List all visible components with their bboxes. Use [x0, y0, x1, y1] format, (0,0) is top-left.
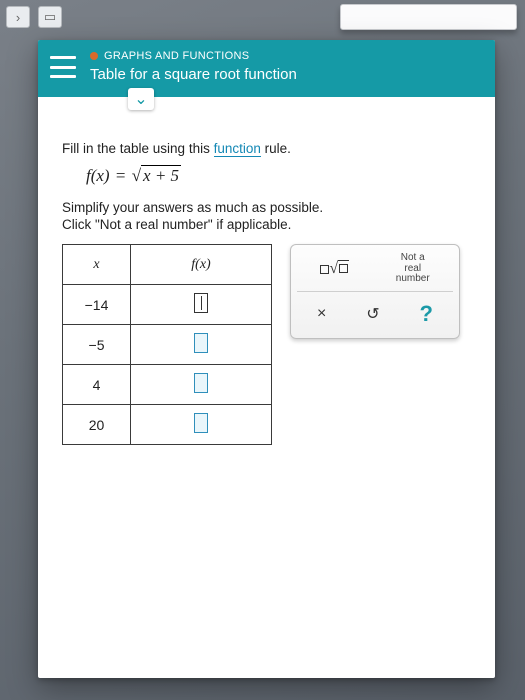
fx-cell[interactable]: [131, 365, 272, 405]
equals: =: [116, 166, 126, 185]
answer-input[interactable]: [194, 293, 208, 313]
chevron-down-icon: ⌄: [134, 89, 147, 109]
table-row: 20: [63, 405, 272, 445]
answer-input[interactable]: [194, 413, 208, 433]
instruction-line-3: Click "Not a real number" if applicable.: [62, 217, 475, 232]
formula-lhs: f(x): [86, 166, 110, 185]
chevron-right-icon: ›: [16, 10, 20, 25]
times-icon: ×: [317, 305, 326, 323]
breadcrumb: GRAPHS AND FUNCTIONS: [90, 50, 297, 62]
tool-panel: √ Not a real number × ↺ ?: [290, 244, 460, 339]
section-dot-icon: [90, 52, 98, 60]
address-bar[interactable]: [340, 4, 517, 30]
instruction-line-2: Simplify your answers as much as possibl…: [62, 200, 475, 215]
x-cell: 20: [63, 405, 131, 445]
menu-button[interactable]: [50, 56, 76, 78]
formula: f(x) = x + 5: [86, 166, 475, 186]
reader-button[interactable]: ▭: [38, 6, 62, 28]
clear-button[interactable]: ×: [317, 305, 326, 323]
placeholder-box-icon: [339, 264, 348, 273]
table-row: −5: [63, 325, 272, 365]
page-title: Table for a square root function: [90, 66, 297, 83]
function-table: x f(x) −14 −5 4 20: [62, 244, 272, 445]
divider: [297, 291, 453, 292]
col-header-fx: f(x): [131, 245, 272, 285]
tool-row-2: × ↺ ?: [297, 294, 453, 334]
table-row: −14: [63, 285, 272, 325]
reader-icon: ▭: [44, 9, 56, 25]
not-real-button[interactable]: Not a real number: [396, 253, 430, 285]
header-text: GRAPHS AND FUNCTIONS Table for a square …: [90, 50, 297, 83]
expand-button[interactable]: ⌄: [128, 88, 154, 110]
sqrt-template-button[interactable]: √: [320, 260, 349, 279]
answer-input[interactable]: [194, 333, 208, 353]
text: rule.: [261, 141, 291, 156]
header-banner: GRAPHS AND FUNCTIONS Table for a square …: [38, 40, 495, 97]
work-area: x f(x) −14 −5 4 20: [62, 244, 475, 445]
function-link[interactable]: function: [214, 141, 261, 157]
table-header-row: x f(x): [63, 245, 272, 285]
table-row: 4: [63, 365, 272, 405]
radical-icon: x + 5: [132, 166, 181, 186]
text: Fill in the table using this: [62, 141, 214, 156]
content: Fill in the table using this function ru…: [38, 97, 495, 465]
tool-row-1: √ Not a real number: [297, 249, 453, 289]
radicand: x + 5: [141, 165, 181, 185]
x-cell: 4: [63, 365, 131, 405]
instruction-line-1: Fill in the table using this function ru…: [62, 141, 475, 156]
fx-cell[interactable]: [131, 285, 272, 325]
help-button[interactable]: ?: [420, 301, 433, 327]
reset-button[interactable]: ↺: [366, 304, 379, 324]
browser-toolbar: › ▭: [6, 6, 62, 28]
placeholder-box-icon: [320, 265, 329, 274]
col-header-x: x: [63, 245, 131, 285]
fx-cell[interactable]: [131, 325, 272, 365]
x-cell: −5: [63, 325, 131, 365]
back-button[interactable]: ›: [6, 6, 30, 28]
answer-input[interactable]: [194, 373, 208, 393]
x-cell: −14: [63, 285, 131, 325]
undo-icon: ↺: [366, 304, 379, 324]
breadcrumb-label: GRAPHS AND FUNCTIONS: [104, 50, 249, 62]
fx-cell[interactable]: [131, 405, 272, 445]
question-icon: ?: [420, 301, 433, 327]
worksheet: GRAPHS AND FUNCTIONS Table for a square …: [38, 40, 495, 678]
